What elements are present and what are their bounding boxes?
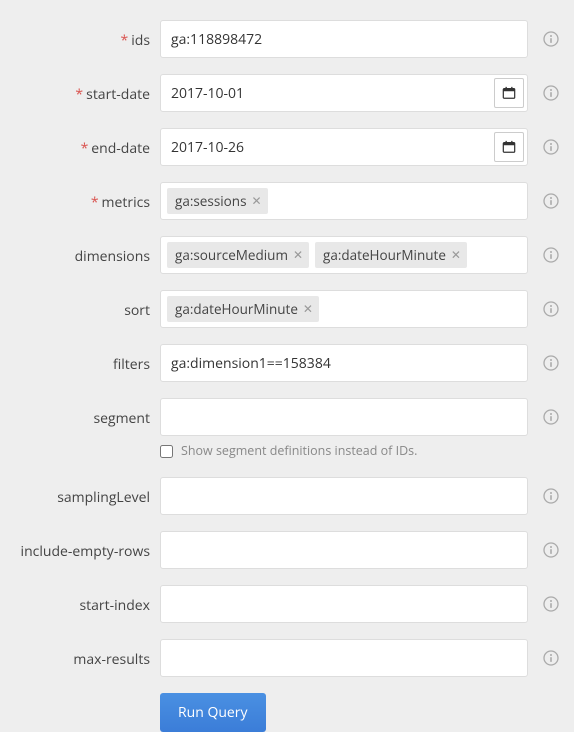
sort-input[interactable]: ga:dateHourMinute ✕ [160,290,528,328]
calendar-icon[interactable] [494,78,524,108]
tag: ga:sourceMedium ✕ [167,242,309,268]
info-icon[interactable] [543,301,559,317]
close-icon[interactable]: ✕ [303,303,313,315]
start-index-label: start-index [5,594,150,615]
tag: ga:dateHourMinute ✕ [167,296,319,322]
info-icon[interactable] [543,488,559,504]
tag-label: ga:sessions [175,192,247,210]
max-results-label: max-results [5,648,150,669]
end-date-label: *end-date [5,137,150,158]
required-star: * [75,85,83,104]
ids-input[interactable] [160,20,528,58]
ids-label: *ids [5,29,150,50]
close-icon[interactable]: ✕ [451,249,461,261]
filters-input[interactable] [160,344,528,382]
info-icon[interactable] [543,409,559,425]
tag: ga:dateHourMinute ✕ [315,242,467,268]
tag-label: ga:dateHourMinute [175,300,298,318]
start-index-input[interactable] [160,585,528,623]
segment-definitions-label: Show segment definitions instead of IDs. [181,442,417,459]
start-date-input[interactable] [160,74,528,112]
info-icon[interactable] [543,139,559,155]
required-star: * [91,193,99,212]
required-star: * [81,139,89,158]
info-icon[interactable] [543,193,559,209]
info-icon[interactable] [543,650,559,666]
run-query-button[interactable]: Run Query [160,693,266,732]
filters-label: filters [5,353,150,374]
include-empty-rows-input[interactable] [160,531,528,569]
segment-input[interactable] [160,398,528,436]
sort-label: sort [5,299,150,320]
dimensions-label: dimensions [5,245,150,266]
metrics-input[interactable]: ga:sessions ✕ [160,182,528,220]
tag-label: ga:sourceMedium [175,246,288,264]
dimensions-input[interactable]: ga:sourceMedium ✕ ga:dateHourMinute ✕ [160,236,528,274]
tag: ga:sessions ✕ [167,188,268,214]
max-results-input[interactable] [160,639,528,677]
calendar-icon[interactable] [494,132,524,162]
samplinglevel-label: samplingLevel [5,486,150,507]
segment-definitions-checkbox[interactable] [160,445,173,458]
info-icon[interactable] [543,31,559,47]
segment-label: segment [5,407,150,428]
close-icon[interactable]: ✕ [252,195,262,207]
metrics-label: *metrics [5,191,150,212]
info-icon[interactable] [543,596,559,612]
start-date-label: *start-date [5,83,150,104]
end-date-input[interactable] [160,128,528,166]
info-icon[interactable] [543,247,559,263]
info-icon[interactable] [543,85,559,101]
required-star: * [121,31,129,50]
include-empty-rows-label: include-empty-rows [5,540,150,561]
info-icon[interactable] [543,542,559,558]
tag-label: ga:dateHourMinute [323,246,446,264]
samplinglevel-input[interactable] [160,477,528,515]
info-icon[interactable] [543,355,559,371]
close-icon[interactable]: ✕ [293,249,303,261]
